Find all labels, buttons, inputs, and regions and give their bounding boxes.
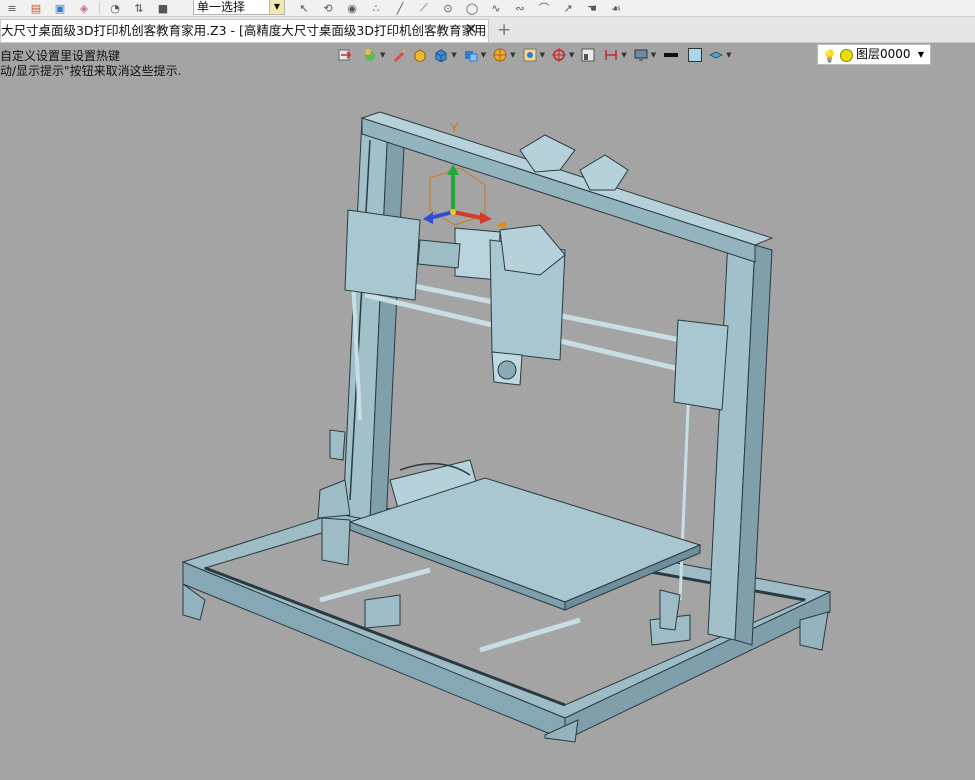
chevron-down-icon[interactable]: ▼ [380,51,385,59]
play-icon[interactable]: ◉ [343,1,361,15]
circle-icon[interactable]: ⊙ [439,1,457,15]
sketch-toolbar: ↖ ⟲ ◉ ∴ ╱ ⟋ ⊙ ◯ ∿ ∾ ⌒ ↗ ☚ ☙ [292,0,628,16]
top-toolbar: ≡ ▤ ▣ ◈ ◔ ⇅ ■ 单一选择 ▼ ↖ ⟲ ◉ ∴ ╱ ⟋ ⊙ ◯ ∿ ∾… [0,0,975,17]
layer-select[interactable]: 💡 图层0000 ▼ [817,44,931,65]
render-icon[interactable] [363,48,377,62]
chevron-down-icon[interactable]: ▼ [540,51,545,59]
chevron-down-icon[interactable]: ▼ [918,45,924,64]
spline-icon[interactable]: ∿ [487,1,505,15]
chevron-down-icon[interactable]: ▼ [481,51,486,59]
layer-color-swatch [840,49,853,62]
view-toolbar: ▼ ▼ ▼ ▼ ▼ ▼ ▼ ▼ ▼ [337,44,738,66]
selection-mode-value: 单一选择 [197,0,246,14]
point-icon[interactable]: ∴ [367,1,385,15]
line-color-icon[interactable] [663,48,679,62]
selection-filter-icon[interactable]: ⇅ [130,1,148,15]
section-icon[interactable] [581,48,595,62]
line2-icon[interactable]: ⟋ [415,1,433,15]
stop-icon[interactable]: ■ [154,1,172,15]
shading-icon[interactable] [464,48,478,62]
layer-style-icon[interactable] [709,48,724,62]
export-icon[interactable]: ◈ [75,1,93,15]
document-tabstrip: 大尺寸桌面级3D打印机创客教育家用.Z3 - [高精度大尺寸桌面级3D打印机创客… [0,17,975,43]
cube-icon[interactable] [434,48,448,62]
close-icon[interactable]: ✕ [465,20,478,38]
chevron-down-icon[interactable]: ▼ [621,51,626,59]
box-solid-icon[interactable] [413,48,427,62]
toolbar-divider [99,2,100,14]
view-orient-icon[interactable] [523,48,537,62]
chevron-down-icon[interactable]: ▼ [726,51,731,59]
lightbulb-icon[interactable]: 💡 [822,47,837,66]
measure-icon[interactable] [604,48,618,62]
curve-icon[interactable]: ∾ [511,1,529,15]
printer-model [181,111,832,743]
history-icon[interactable]: ◔ [106,1,124,15]
appearance-icon[interactable] [493,48,507,62]
save-icon[interactable]: ▣ [51,1,69,15]
document-tab-label: 大尺寸桌面级3D打印机创客教育家用.Z3 - [高精度大尺寸桌面级3D打印机创客… [1,23,489,38]
snap-icon[interactable] [551,48,566,62]
chevron-down-icon[interactable]: ▼ [510,51,515,59]
hand-icon[interactable]: ☚ [583,1,601,15]
add-tab-icon[interactable]: + [497,20,511,40]
document-tab[interactable]: 大尺寸桌面级3D打印机创客教育家用.Z3 - [高精度大尺寸桌面级3D打印机创客… [0,19,489,42]
layer-name: 图层0000 [856,47,911,61]
layers-icon[interactable]: ≡ [3,1,21,15]
fill-color-icon[interactable] [688,48,703,62]
selection-mode-select[interactable]: 单一选择 ▼ [193,0,285,15]
cursor-icon[interactable]: ↖ [295,1,313,15]
rotate-icon[interactable]: ☙ [607,1,625,15]
chevron-down-icon[interactable]: ▼ [451,51,456,59]
chevron-down-icon[interactable]: ▼ [269,0,284,14]
chevron-down-icon[interactable]: ▼ [651,51,656,59]
chevron-down-icon[interactable]: ▼ [569,51,574,59]
axis-label-y: Y [450,120,459,135]
display-icon[interactable] [634,48,648,62]
line-icon[interactable]: ╱ [391,1,409,15]
arc-icon[interactable]: ◯ [463,1,481,15]
exit-view-icon[interactable] [338,48,352,62]
brush-icon[interactable] [392,48,406,62]
extend-icon[interactable]: ↗ [559,1,577,15]
3d-viewport[interactable]: Y [0,66,975,780]
open-file-icon[interactable]: ▤ [27,1,45,15]
trim-icon[interactable]: ⌒ [535,1,553,15]
pick-icon[interactable]: ⟲ [319,1,337,15]
